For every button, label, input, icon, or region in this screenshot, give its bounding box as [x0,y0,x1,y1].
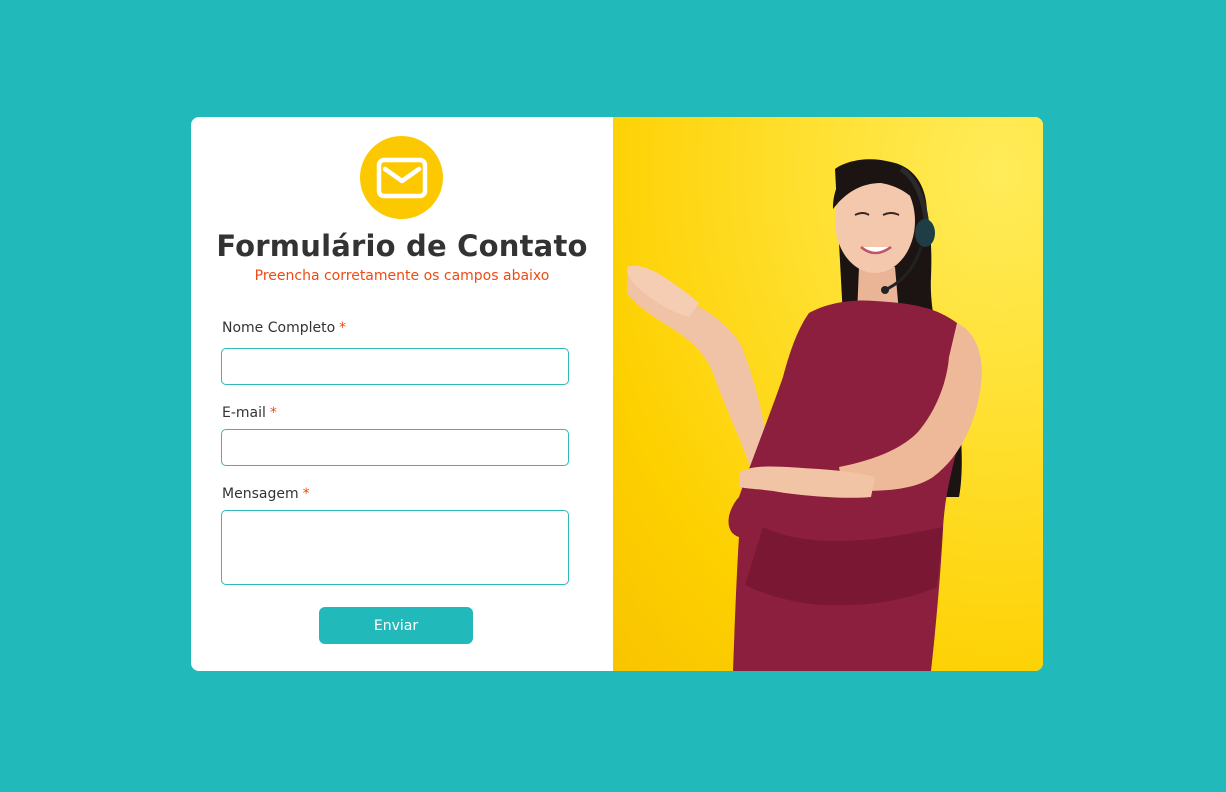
message-label: Mensagem * [222,486,310,502]
email-input[interactable] [221,429,569,466]
message-textarea[interactable] [221,510,569,585]
contact-form: Formulário de Contato Preencha corretame… [191,117,613,671]
required-marker: * [302,486,310,502]
mail-icon [376,157,428,199]
email-label-text: E-mail [222,405,266,421]
form-subtitle: Preencha corretamente os campos abaixo [254,268,550,284]
mail-badge [360,136,443,219]
name-label: Nome Completo * [222,320,346,336]
support-agent-photo [613,117,1043,671]
name-label-text: Nome Completo [222,320,336,336]
required-marker: * [339,320,347,336]
contact-card: Formulário de Contato Preencha corretame… [191,117,1043,671]
submit-button[interactable]: Enviar [319,607,473,644]
message-label-text: Mensagem [222,486,299,502]
name-input[interactable] [221,348,569,385]
required-marker: * [269,405,277,421]
email-label: E-mail * [222,405,277,421]
form-title: Formulário de Contato [216,229,588,263]
